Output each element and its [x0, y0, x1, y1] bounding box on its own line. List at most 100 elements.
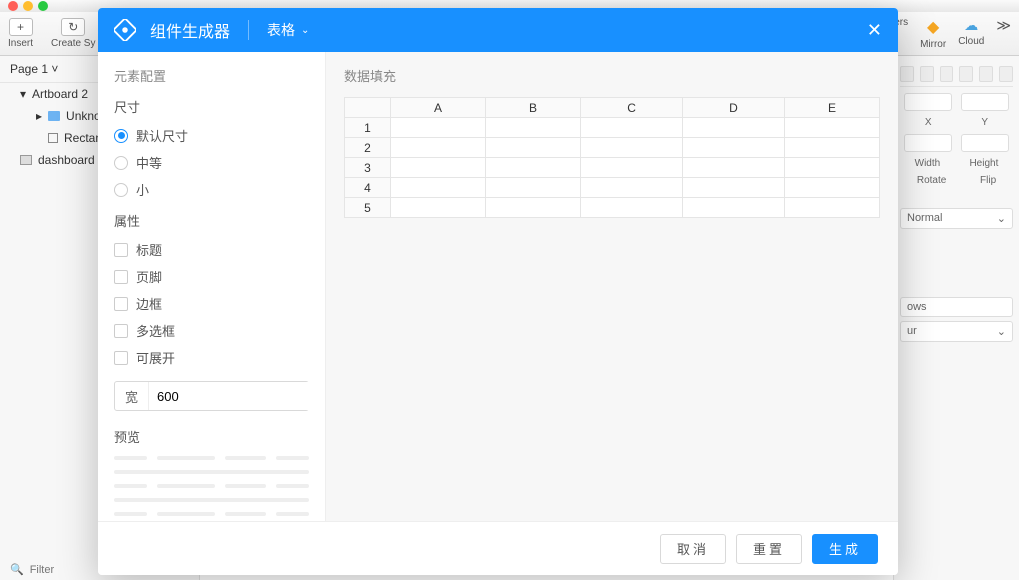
corner-cell: [345, 98, 391, 118]
col-header[interactable]: A: [391, 98, 486, 118]
align-icon[interactable]: [959, 66, 973, 82]
x-field[interactable]: [904, 93, 952, 111]
row-header[interactable]: 5: [345, 198, 391, 218]
close-button[interactable]: ✕: [867, 20, 882, 41]
modal-title: 组件生成器: [150, 18, 230, 42]
col-header[interactable]: E: [784, 98, 879, 118]
table-row: 2: [345, 138, 880, 158]
width-input-group: 宽 px: [114, 381, 309, 411]
size-default-radio[interactable]: 默认尺寸: [114, 122, 309, 149]
reset-button[interactable]: 重置: [736, 534, 802, 564]
data-cell[interactable]: [391, 178, 486, 198]
radio-icon: [114, 183, 128, 197]
data-cell[interactable]: [581, 178, 683, 198]
align-icon[interactable]: [979, 66, 993, 82]
table-row: 4: [345, 178, 880, 198]
data-cell[interactable]: [581, 138, 683, 158]
preview-label: 预览: [114, 427, 309, 446]
col-header[interactable]: B: [486, 98, 581, 118]
data-cell[interactable]: [683, 118, 785, 138]
data-cell[interactable]: [391, 118, 486, 138]
window-zoom-button[interactable]: [38, 1, 48, 11]
data-cell[interactable]: [784, 118, 879, 138]
data-cell[interactable]: [683, 138, 785, 158]
divider: [248, 20, 249, 40]
row-header[interactable]: 2: [345, 138, 391, 158]
align-icon[interactable]: [900, 66, 914, 82]
checkbox-icon: [114, 270, 128, 284]
image-icon: [20, 155, 32, 165]
data-cell[interactable]: [486, 178, 581, 198]
cancel-button[interactable]: 取消: [660, 534, 726, 564]
radio-icon: [114, 129, 128, 143]
toolbar-create-symbol[interactable]: ↻Create Sy: [51, 18, 95, 49]
toolbar-more[interactable]: ≫: [996, 17, 1011, 50]
table-row: 1: [345, 118, 880, 138]
data-cell[interactable]: [784, 198, 879, 218]
y-field[interactable]: [961, 93, 1009, 111]
data-cell[interactable]: [784, 138, 879, 158]
component-type-dropdown[interactable]: 表格 ⌄: [267, 20, 309, 40]
size-group-label: 尺寸: [114, 97, 309, 116]
data-cell[interactable]: [784, 178, 879, 198]
col-header[interactable]: C: [581, 98, 683, 118]
data-cell[interactable]: [391, 198, 486, 218]
size-small-radio[interactable]: 小: [114, 176, 309, 203]
table-row: 5: [345, 198, 880, 218]
row-header[interactable]: 1: [345, 118, 391, 138]
toolbar-mirror[interactable]: ◆Mirror: [920, 17, 946, 50]
data-grid[interactable]: A B C D E 12345: [344, 97, 880, 218]
attr-expandable-checkbox[interactable]: 可展开: [114, 344, 309, 371]
data-cell[interactable]: [581, 118, 683, 138]
attr-border-checkbox[interactable]: 边框: [114, 290, 309, 317]
data-cell[interactable]: [486, 158, 581, 178]
config-section-title: 元素配置: [114, 66, 309, 85]
window-close-button[interactable]: [8, 1, 18, 11]
align-icon[interactable]: [940, 66, 954, 82]
shape-icon: [48, 133, 58, 143]
row-header[interactable]: 4: [345, 178, 391, 198]
data-cell[interactable]: [486, 198, 581, 218]
checkbox-icon: [114, 243, 128, 257]
search-icon: 🔍: [10, 563, 24, 576]
toolbar-insert[interactable]: +Insert: [8, 18, 33, 49]
data-cell[interactable]: [581, 198, 683, 218]
data-cell[interactable]: [784, 158, 879, 178]
checkbox-icon: [114, 351, 128, 365]
row-header[interactable]: 3: [345, 158, 391, 178]
shadows-section[interactable]: ows: [900, 297, 1013, 317]
blur-section[interactable]: ur⌄: [900, 321, 1013, 342]
attr-multiselect-checkbox[interactable]: 多选框: [114, 317, 309, 344]
size-medium-radio[interactable]: 中等: [114, 149, 309, 176]
data-cell[interactable]: [391, 158, 486, 178]
toolbar-cloud[interactable]: ☁Cloud: [958, 17, 984, 50]
data-cell[interactable]: [683, 178, 785, 198]
col-header[interactable]: D: [683, 98, 785, 118]
data-cell[interactable]: [581, 158, 683, 178]
data-cell[interactable]: [486, 138, 581, 158]
data-fill-panel: 数据填充 A B C D E 12345: [326, 52, 898, 521]
align-icon[interactable]: [999, 66, 1013, 82]
component-generator-modal: 组件生成器 表格 ⌄ ✕ 元素配置 尺寸 默认尺寸 中等 小 属性: [98, 8, 898, 575]
table-row: 3: [345, 158, 880, 178]
align-icon[interactable]: [920, 66, 934, 82]
inspector-panel: XY WidthHeight RotateFlip Normal⌄ ows ur…: [893, 56, 1019, 580]
data-cell[interactable]: [683, 158, 785, 178]
attr-footer-checkbox[interactable]: 页脚: [114, 263, 309, 290]
data-cell[interactable]: [683, 198, 785, 218]
data-cell[interactable]: [391, 138, 486, 158]
checkbox-icon: [114, 297, 128, 311]
width-value-input[interactable]: [149, 382, 326, 410]
preview-skeleton: [114, 456, 309, 521]
attr-title-checkbox[interactable]: 标题: [114, 236, 309, 263]
window-minimize-button[interactable]: [23, 1, 33, 11]
blend-mode-select[interactable]: Normal⌄: [900, 208, 1013, 229]
checkbox-icon: [114, 324, 128, 338]
data-cell[interactable]: [486, 118, 581, 138]
folder-icon: [48, 111, 60, 121]
width-field[interactable]: [904, 134, 952, 152]
height-field[interactable]: [961, 134, 1009, 152]
radio-icon: [114, 156, 128, 170]
generate-button[interactable]: 生成: [812, 534, 878, 564]
app-logo-icon: [114, 19, 136, 41]
